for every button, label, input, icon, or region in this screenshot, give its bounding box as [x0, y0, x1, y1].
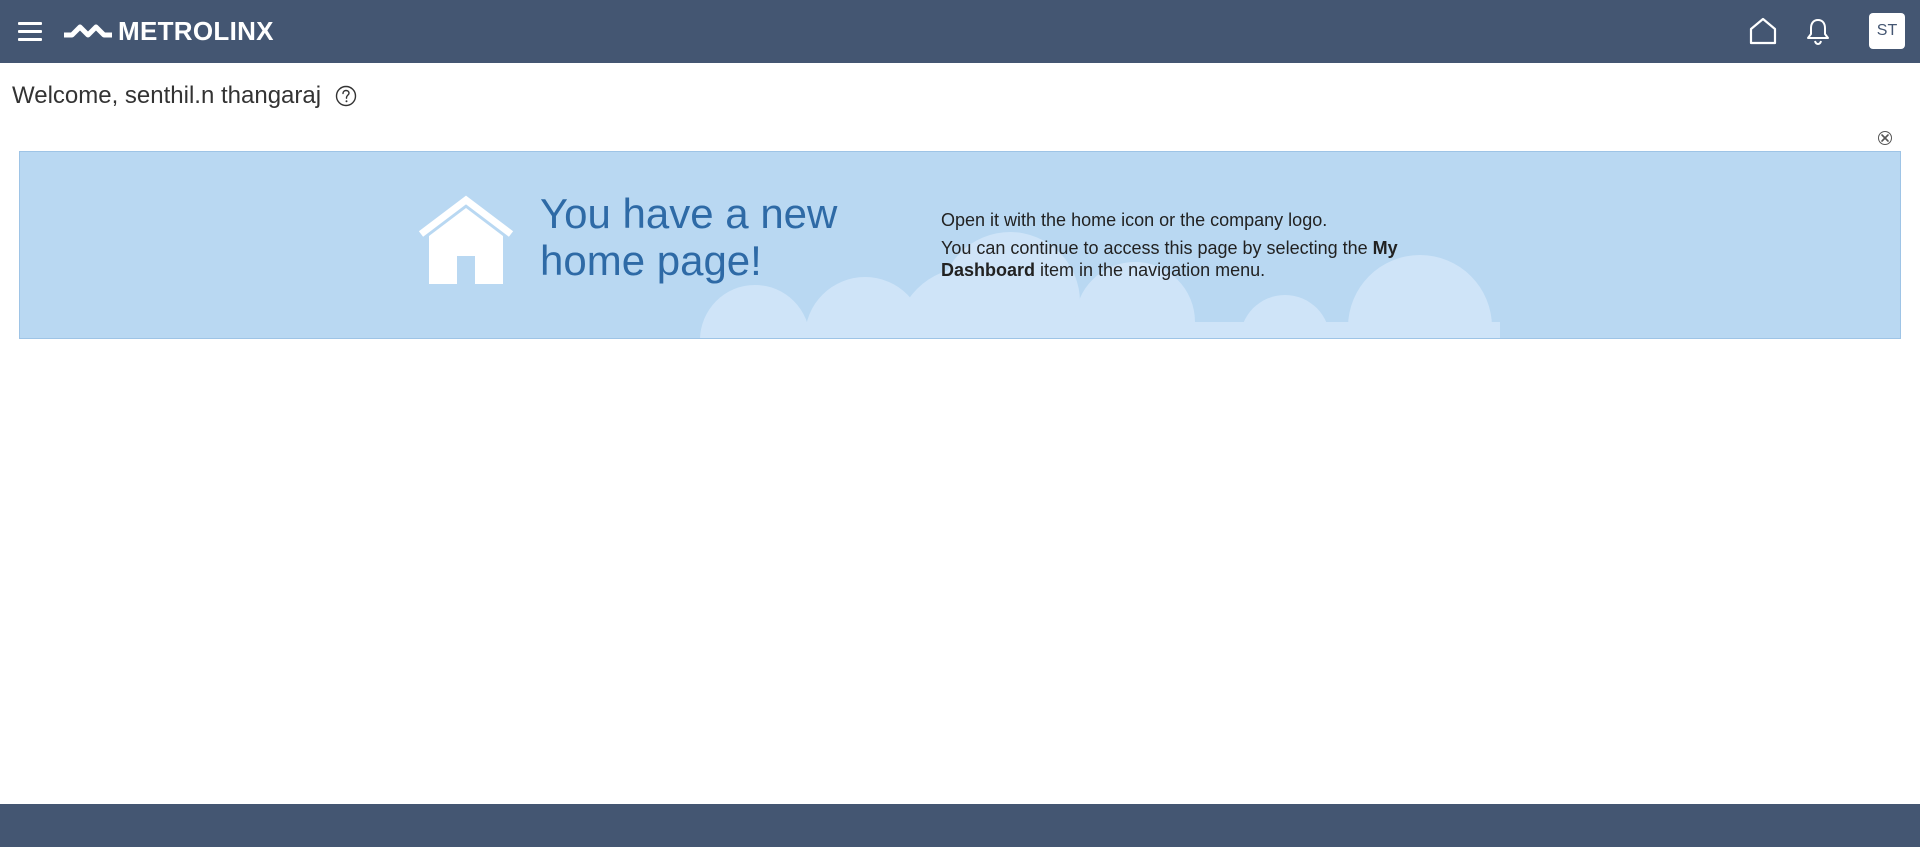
- welcome-message: Welcome, senthil.n thangaraj: [12, 82, 322, 109]
- company-logo[interactable]: METROLINX: [62, 14, 274, 48]
- banner-title: You have a new home page!: [540, 190, 838, 284]
- banner-line-2: You can continue to access this page by …: [941, 238, 1398, 280]
- welcome-section: Welcome, senthil.n thangaraj: [12, 82, 357, 110]
- footer-bar: [0, 804, 1920, 847]
- bell-icon[interactable]: [1804, 16, 1832, 46]
- home-icon[interactable]: [1748, 16, 1778, 46]
- question-circle-icon[interactable]: [335, 85, 357, 107]
- banner-description: Open it with the home icon or the compan…: [941, 209, 1461, 287]
- brand-name: METROLINX: [118, 15, 274, 46]
- new-home-page-banner: You have a new home page! Open it with t…: [19, 151, 1901, 339]
- menu-icon[interactable]: [18, 21, 42, 41]
- metrolinx-logo-icon: [64, 24, 112, 38]
- user-avatar[interactable]: ST: [1869, 13, 1905, 49]
- house-icon: [418, 195, 514, 284]
- top-navigation-bar: METROLINX ST: [0, 0, 1920, 63]
- close-icon[interactable]: [1877, 130, 1893, 146]
- banner-line-1: Open it with the home icon or the compan…: [941, 210, 1328, 230]
